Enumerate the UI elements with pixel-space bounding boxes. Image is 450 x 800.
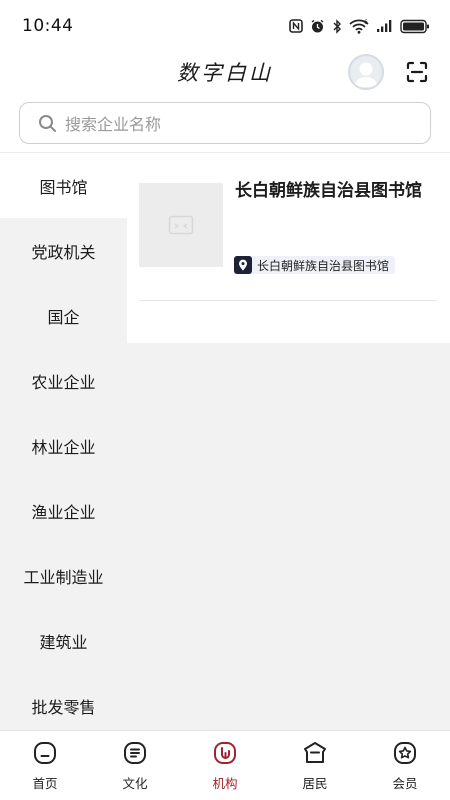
list-item[interactable]: 长白朝鲜族自治县图书馆 长白朝鲜族自治县图书馆 [139,181,437,301]
resident-icon [304,742,326,763]
status-icons: 6 [289,19,430,34]
thumbnail-placeholder [139,183,223,267]
location-tag: 长白朝鲜族自治县图书馆 [234,256,396,274]
svg-text:6: 6 [364,19,368,26]
tab-label: 首页 [32,776,58,791]
location-pin-icon [234,256,252,274]
sidebar-item-library[interactable]: 图书馆 [0,153,127,218]
bottom-tab-bar: 首页 文化 机构 居民 会员 [0,730,450,800]
search-icon [39,114,56,132]
status-bar: 10:44 6 [0,0,450,52]
avatar[interactable] [348,54,384,90]
nfc-icon [289,19,303,33]
tab-organization[interactable]: 机构 [180,731,270,800]
tab-label: 机构 [212,776,238,791]
scan-button[interactable] [405,60,429,84]
culture-icon [124,742,146,764]
scan-icon [406,61,428,83]
app-header: 数字白山 [0,52,450,94]
home-icon [34,742,56,764]
member-icon [394,742,416,764]
content-area: 图书馆 党政机关 国企 农业企业 林业企业 渔业企业 工业制造业 建筑业 批发零… [0,152,450,730]
tab-resident[interactable]: 居民 [270,731,360,800]
search-input[interactable]: 搜索企业名称 [19,102,431,144]
sidebar-item-manufacturing[interactable]: 工业制造业 [0,543,127,608]
sidebar-item-retail[interactable]: 批发零售 [0,673,127,731]
sidebar-item-agriculture[interactable]: 农业企业 [0,348,127,413]
user-avatar-icon [354,62,378,87]
tab-home[interactable]: 首页 [0,731,90,800]
tab-label: 文化 [122,776,148,791]
bluetooth-icon [333,18,341,34]
tab-label: 居民 [302,776,328,791]
sidebar-item-fishery[interactable]: 渔业企业 [0,478,127,543]
tab-member[interactable]: 会员 [360,731,450,800]
wifi-icon: 6 [349,19,369,34]
search-placeholder: 搜索企业名称 [65,115,162,134]
organization-icon [214,742,236,764]
tab-label: 会员 [392,776,418,791]
sidebar-item-government[interactable]: 党政机关 [0,218,127,283]
sidebar-item-construction[interactable]: 建筑业 [0,608,127,673]
organization-list: 长白朝鲜族自治县图书馆 长白朝鲜族自治县图书馆 [127,153,450,343]
location-tag-text: 长白朝鲜族自治县图书馆 [257,258,390,273]
list-item-title: 长白朝鲜族自治县图书馆 [235,181,422,201]
alarm-icon [311,19,324,32]
signal-icon [377,20,392,32]
battery-icon [400,19,429,33]
tab-culture[interactable]: 文化 [90,731,180,800]
sidebar-item-state-enterprise[interactable]: 国企 [0,283,127,348]
image-placeholder-icon [168,215,194,235]
sidebar-item-forestry[interactable]: 林业企业 [0,413,127,478]
category-sidebar: 图书馆 党政机关 国企 农业企业 林业企业 渔业企业 工业制造业 建筑业 批发零… [0,153,127,731]
status-time: 10:44 [22,16,74,36]
